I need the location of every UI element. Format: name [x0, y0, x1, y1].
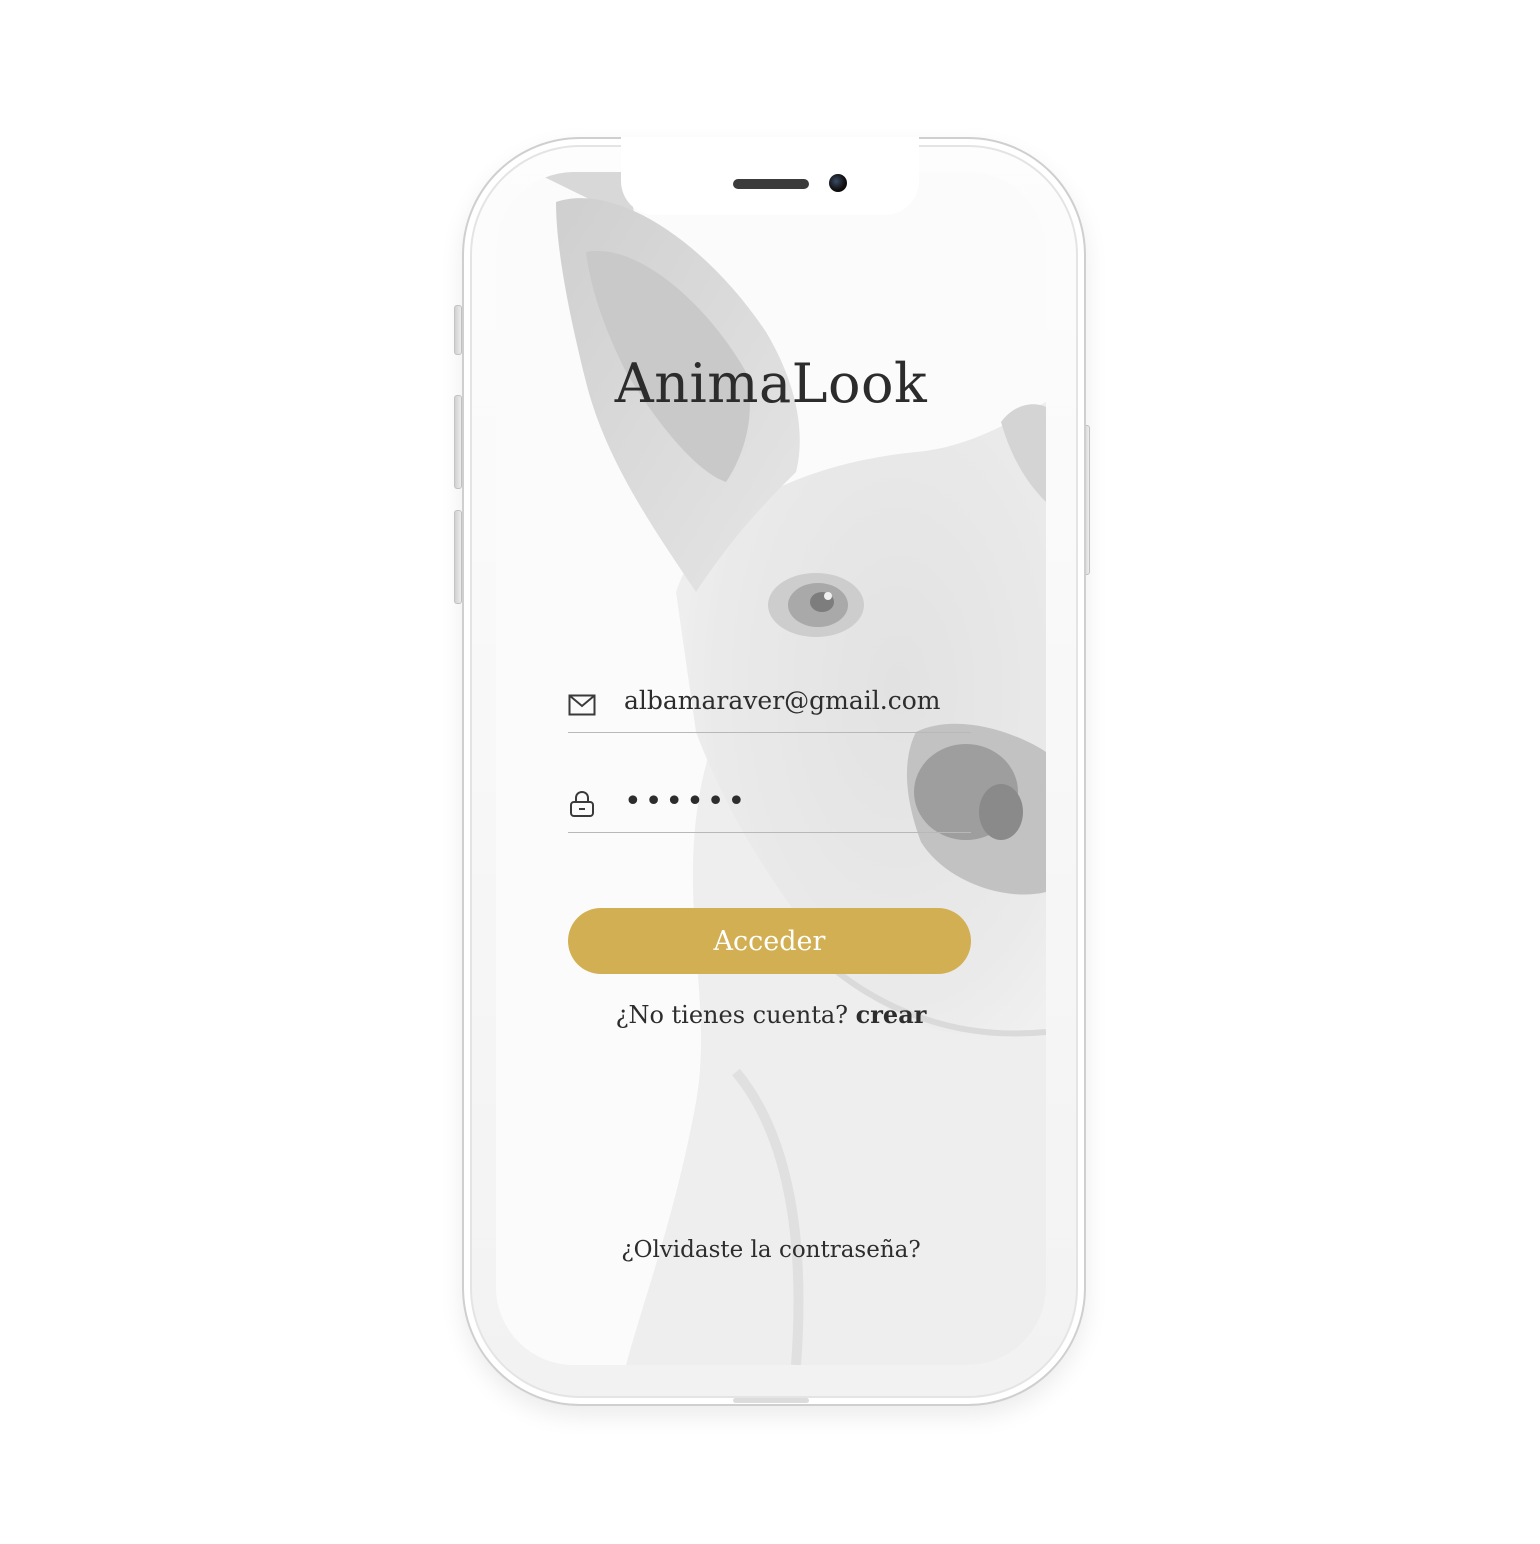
login-button[interactable]: Acceder [568, 908, 971, 974]
signup-prompt-text: ¿No tienes cuenta? [615, 1001, 849, 1029]
password-field[interactable]: •••••• [568, 782, 971, 833]
volume-down-button [454, 510, 462, 604]
create-account-link[interactable]: crear [856, 1000, 927, 1029]
phone-notch [621, 137, 919, 215]
phone-camera [829, 174, 847, 192]
mute-switch [454, 305, 462, 355]
phone-bottom-detail [733, 1398, 809, 1403]
dog-background-photo [496, 172, 1046, 1365]
password-input[interactable]: •••••• [624, 784, 748, 819]
mail-icon [568, 694, 596, 720]
forgot-password-link[interactable]: ¿Olvidaste la contraseña? [496, 1237, 1046, 1263]
login-screen [496, 172, 1046, 1365]
app-logo: AnimaLook [614, 352, 928, 415]
email-field[interactable]: albamaraver@gmail.com [568, 682, 971, 733]
phone-speaker [733, 179, 809, 189]
volume-up-button [454, 395, 462, 489]
signup-prompt: ¿No tienes cuenta? crear [496, 1000, 1046, 1029]
device-mockup: AnimaLook albamaraver@gmail.com •••••• A… [0, 0, 1540, 1544]
email-input[interactable]: albamaraver@gmail.com [624, 686, 940, 715]
lock-icon [568, 790, 596, 822]
